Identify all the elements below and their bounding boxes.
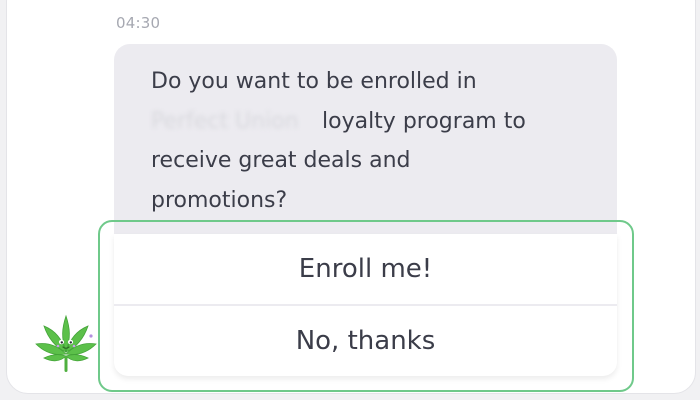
message-line-2: loyalty program to [322,108,526,134]
bot-message-text: Do you want to be enrolled in Perfect Un… [151,62,571,220]
bot-message-bubble: Do you want to be enrolled in Perfect Un… [114,44,617,234]
message-timestamp: 04:30 [116,14,161,32]
message-line-3: receive great deals and [151,148,411,173]
message-line-4: promotions? [151,187,288,213]
options-focus-ring [98,220,634,392]
message-line-1: Do you want to be enrolled in [151,69,477,94]
blurred-brand-name: Perfect Union [151,108,299,134]
cannabis-leaf-mascot-icon [34,312,98,376]
